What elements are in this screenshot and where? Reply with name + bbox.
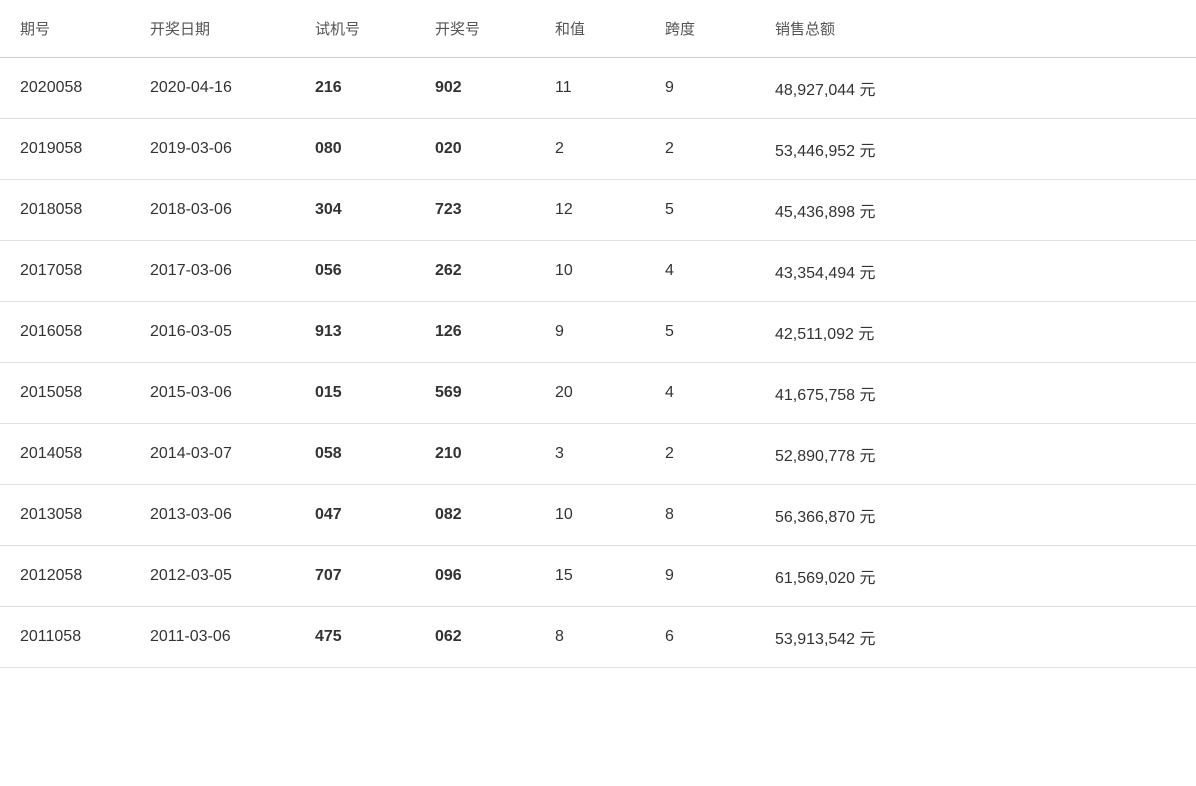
cell-kaijang: 020: [415, 119, 535, 180]
cell-date: 2019-03-06: [130, 119, 295, 180]
cell-date: 2017-03-06: [130, 241, 295, 302]
cell-xiaoshou: 52,890,778 元: [755, 424, 1196, 485]
cell-shiji: 304: [295, 180, 415, 241]
cell-date: 2012-03-05: [130, 546, 295, 607]
cell-shiji: 707: [295, 546, 415, 607]
cell-date: 2011-03-06: [130, 607, 295, 668]
cell-xiaoshou: 61,569,020 元: [755, 546, 1196, 607]
cell-hezhi: 8: [535, 607, 645, 668]
cell-xiaoshou: 53,913,542 元: [755, 607, 1196, 668]
cell-kuadu: 2: [645, 119, 755, 180]
cell-hezhi: 3: [535, 424, 645, 485]
cell-kaijang: 262: [415, 241, 535, 302]
cell-hezhi: 15: [535, 546, 645, 607]
cell-hezhi: 10: [535, 485, 645, 546]
table-row: 20110582011-03-064750628653,913,542 元: [0, 607, 1196, 668]
cell-qihao: 2015058: [0, 363, 130, 424]
cell-date: 2014-03-07: [130, 424, 295, 485]
header-hezhi: 和值: [535, 0, 645, 58]
cell-hezhi: 11: [535, 58, 645, 119]
cell-kuadu: 8: [645, 485, 755, 546]
cell-qihao: 2011058: [0, 607, 130, 668]
cell-kuadu: 5: [645, 302, 755, 363]
cell-kaijang: 723: [415, 180, 535, 241]
table-row: 20200582020-04-1621690211948,927,044 元: [0, 58, 1196, 119]
cell-shiji: 047: [295, 485, 415, 546]
table-row: 20120582012-03-0570709615961,569,020 元: [0, 546, 1196, 607]
cell-shiji: 015: [295, 363, 415, 424]
cell-qihao: 2019058: [0, 119, 130, 180]
header-kaijang: 开奖号: [415, 0, 535, 58]
cell-kaijang: 210: [415, 424, 535, 485]
lottery-table: 期号 开奖日期 试机号 开奖号 和值 跨度 销售总额 20200582020-0…: [0, 0, 1196, 668]
cell-kuadu: 4: [645, 363, 755, 424]
cell-hezhi: 12: [535, 180, 645, 241]
table-row: 20190582019-03-060800202253,446,952 元: [0, 119, 1196, 180]
cell-qihao: 2013058: [0, 485, 130, 546]
cell-xiaoshou: 43,354,494 元: [755, 241, 1196, 302]
cell-qihao: 2016058: [0, 302, 130, 363]
cell-kuadu: 6: [645, 607, 755, 668]
cell-kaijang: 082: [415, 485, 535, 546]
cell-shiji: 056: [295, 241, 415, 302]
cell-date: 2013-03-06: [130, 485, 295, 546]
cell-xiaoshou: 56,366,870 元: [755, 485, 1196, 546]
cell-kaijang: 902: [415, 58, 535, 119]
cell-xiaoshou: 41,675,758 元: [755, 363, 1196, 424]
cell-kuadu: 9: [645, 546, 755, 607]
table-row: 20130582013-03-0604708210856,366,870 元: [0, 485, 1196, 546]
cell-hezhi: 9: [535, 302, 645, 363]
cell-shiji: 080: [295, 119, 415, 180]
cell-kuadu: 4: [645, 241, 755, 302]
cell-hezhi: 2: [535, 119, 645, 180]
cell-shiji: 913: [295, 302, 415, 363]
cell-shiji: 058: [295, 424, 415, 485]
cell-shiji: 216: [295, 58, 415, 119]
cell-kuadu: 5: [645, 180, 755, 241]
cell-xiaoshou: 48,927,044 元: [755, 58, 1196, 119]
cell-kaijang: 569: [415, 363, 535, 424]
cell-qihao: 2018058: [0, 180, 130, 241]
cell-qihao: 2014058: [0, 424, 130, 485]
table-header-row: 期号 开奖日期 试机号 开奖号 和值 跨度 销售总额: [0, 0, 1196, 58]
cell-date: 2018-03-06: [130, 180, 295, 241]
cell-date: 2020-04-16: [130, 58, 295, 119]
table-row: 20160582016-03-059131269542,511,092 元: [0, 302, 1196, 363]
cell-kaijang: 126: [415, 302, 535, 363]
header-xiaoshou: 销售总额: [755, 0, 1196, 58]
cell-qihao: 2017058: [0, 241, 130, 302]
header-shiji: 试机号: [295, 0, 415, 58]
table-row: 20170582017-03-0605626210443,354,494 元: [0, 241, 1196, 302]
cell-date: 2015-03-06: [130, 363, 295, 424]
cell-kuadu: 9: [645, 58, 755, 119]
cell-kaijang: 062: [415, 607, 535, 668]
cell-qihao: 2020058: [0, 58, 130, 119]
cell-xiaoshou: 53,446,952 元: [755, 119, 1196, 180]
cell-shiji: 475: [295, 607, 415, 668]
cell-qihao: 2012058: [0, 546, 130, 607]
cell-xiaoshou: 45,436,898 元: [755, 180, 1196, 241]
table-row: 20150582015-03-0601556920441,675,758 元: [0, 363, 1196, 424]
cell-hezhi: 20: [535, 363, 645, 424]
table-row: 20180582018-03-0630472312545,436,898 元: [0, 180, 1196, 241]
header-qihao: 期号: [0, 0, 130, 58]
header-date: 开奖日期: [130, 0, 295, 58]
header-kuadu: 跨度: [645, 0, 755, 58]
table-row: 20140582014-03-070582103252,890,778 元: [0, 424, 1196, 485]
cell-hezhi: 10: [535, 241, 645, 302]
cell-xiaoshou: 42,511,092 元: [755, 302, 1196, 363]
cell-kuadu: 2: [645, 424, 755, 485]
cell-date: 2016-03-05: [130, 302, 295, 363]
cell-kaijang: 096: [415, 546, 535, 607]
